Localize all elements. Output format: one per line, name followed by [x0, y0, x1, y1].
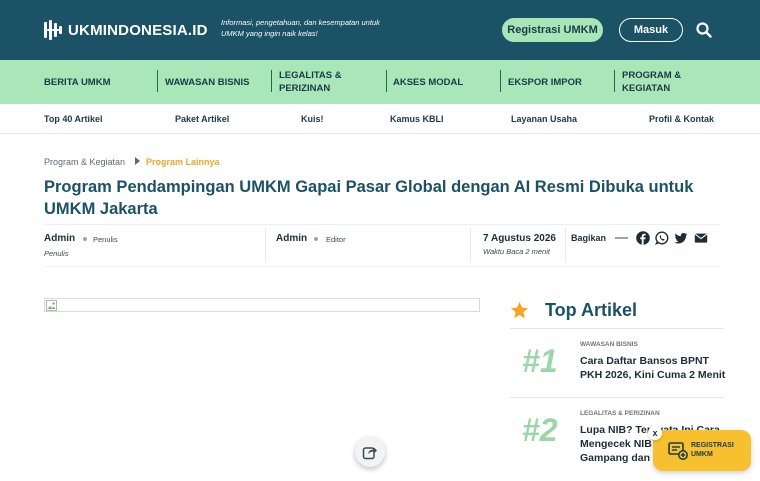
meta-divider-top [44, 224, 720, 225]
publish-date: 7 Agustus 2026 [483, 233, 556, 244]
twitter-icon[interactable] [674, 231, 688, 245]
nav-item-akses-modal[interactable]: AKSES MODAL [393, 60, 493, 104]
read-time: Waktu Baca 2 menit [483, 247, 550, 256]
whatsapp-icon[interactable] [655, 231, 669, 245]
share-label: Bagikan [571, 233, 607, 243]
article-rank: #1 [522, 343, 558, 379]
nav-item-berita-umkm[interactable]: BERITA UMKM [44, 60, 154, 104]
breadcrumb-current[interactable]: Program Lainnya [146, 156, 220, 168]
floating-register-label: REGISTRASI UMKM [691, 442, 734, 458]
meta-divider [265, 228, 266, 262]
author-subtitle: Penulis [44, 249, 69, 258]
email-icon[interactable] [694, 231, 708, 245]
logo-text: UKMINDONESIA.ID [68, 21, 208, 39]
star-icon [510, 301, 529, 319]
sidebar-divider [510, 328, 724, 329]
meta-divider-bottom [44, 266, 720, 267]
sub-nav: Top 40 Artikel Paket Artikel Kuis! Kamus… [0, 104, 760, 134]
share-float-button[interactable] [355, 437, 385, 467]
nav-item-wawasan-bisnis[interactable]: WAWASAN BISNIS [165, 60, 270, 104]
nav-divider [157, 70, 158, 92]
author-role: Penulis [93, 235, 118, 244]
nav-divider [500, 70, 501, 92]
subnav-kamus-kbli[interactable]: Kamus KBLI [390, 104, 444, 134]
store-icon [668, 442, 688, 460]
subnav-layanan-usaha[interactable]: Layanan Usaha [511, 104, 577, 134]
site-logo[interactable]: UKMINDONESIA.ID [44, 19, 208, 41]
editor-name[interactable]: Admin [276, 233, 307, 244]
broken-image-icon [46, 300, 57, 311]
facebook-icon[interactable] [636, 231, 650, 245]
meta-dot [83, 237, 87, 241]
nav-item-legalitas[interactable]: LEGALITAS & PERIZINAN [279, 60, 369, 104]
meta-dot [314, 237, 318, 241]
article-category[interactable]: WAWASAN BISNIS [580, 341, 638, 348]
featured-image [44, 298, 480, 312]
share-icon [362, 447, 377, 460]
meta-divider [470, 228, 471, 262]
share-divider [615, 237, 628, 239]
nav-item-program-kegiatan[interactable]: PROGRAM & KEGIATAN [622, 60, 702, 104]
nav-divider [271, 70, 272, 92]
logo-icon [44, 20, 64, 40]
subnav-paket-artikel[interactable]: Paket Artikel [175, 104, 229, 134]
login-button[interactable]: Masuk [619, 18, 683, 42]
subnav-kuis[interactable]: Kuis! [301, 104, 324, 134]
article-title: Program Pendampingan UMKM Gapai Pasar Gl… [44, 178, 694, 218]
site-tagline: Informasi, pengetahuan, dan kesempatan u… [221, 18, 380, 38]
article-rank: #2 [522, 412, 558, 448]
sidebar-divider [510, 397, 724, 398]
article-category[interactable]: LEGALITAS & PERIZINAN [580, 410, 660, 417]
search-icon[interactable] [695, 21, 713, 39]
breadcrumb-parent[interactable]: Program & Kegiatan [44, 156, 125, 168]
nav-item-ekspor-impor[interactable]: EKSPOR IMPOR [508, 60, 608, 104]
subnav-top-40[interactable]: Top 40 Artikel [44, 104, 103, 134]
subnav-profil-kontak[interactable]: Profil & Kontak [649, 104, 714, 134]
top-header: UKMINDONESIA.ID Informasi, pengetahuan, … [0, 0, 760, 60]
breadcrumb-arrow-icon [135, 157, 140, 165]
meta-divider [565, 228, 566, 262]
nav-divider [614, 70, 615, 92]
top-artikel-heading: Top Artikel [545, 300, 638, 320]
main-nav: BERITA UMKM WAWASAN BISNIS LEGALITAS & P… [0, 60, 760, 104]
top-article-title[interactable]: Cara Daftar Bansos BPNT PKH 2026, Kini C… [580, 354, 730, 382]
author-name[interactable]: Admin [44, 233, 75, 244]
nav-divider [386, 70, 387, 92]
register-umkm-button[interactable]: Registrasi UMKM [502, 18, 603, 42]
editor-role: Editor [326, 235, 346, 244]
close-floating-button[interactable]: x [648, 426, 662, 440]
